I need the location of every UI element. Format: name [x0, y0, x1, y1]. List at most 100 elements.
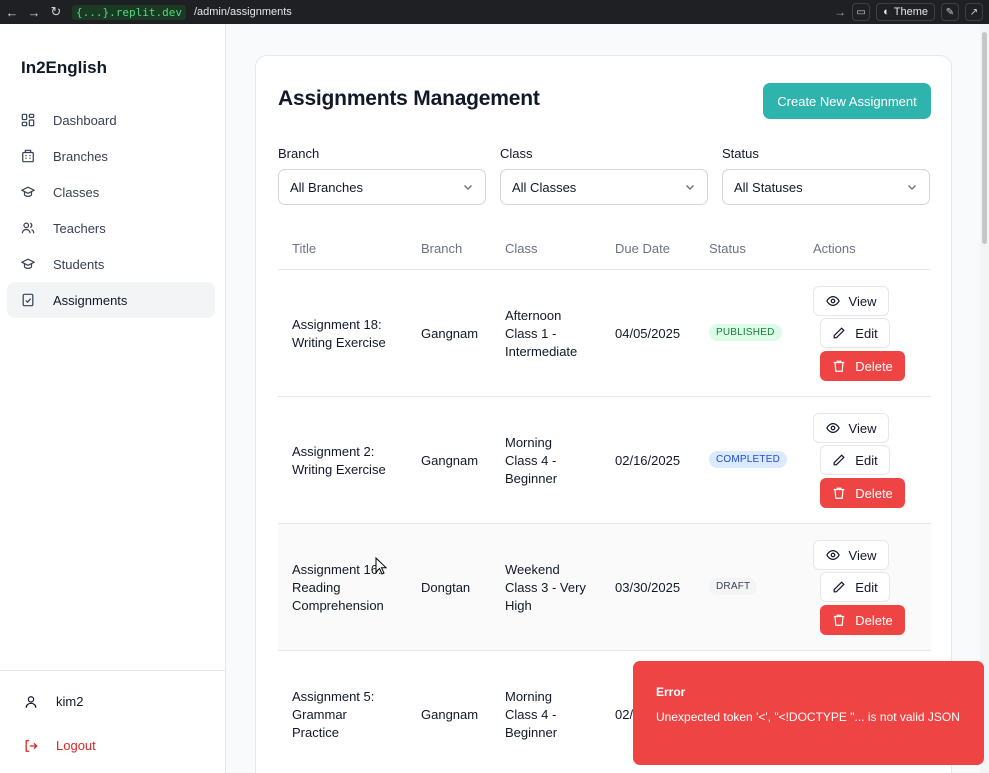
status-select[interactable]: All Statuses — [722, 169, 930, 205]
sidebar-item-branches[interactable]: Branches — [7, 138, 215, 174]
url-path[interactable]: /admin/assignments — [194, 6, 292, 18]
user-profile[interactable]: kim2 — [24, 694, 83, 709]
eye-icon — [825, 550, 840, 560]
due-date-cell: 04/05/2025 — [615, 326, 681, 341]
palette-icon: ◐ — [883, 6, 890, 18]
status-badge: DRAFT — [709, 578, 758, 595]
sidebar-nav: Dashboard Branches Classes Teachers Stud… — [7, 102, 215, 318]
column-status: Status — [709, 241, 746, 256]
building-icon — [22, 149, 34, 163]
branch-cell: Gangnam — [421, 326, 479, 341]
table-row: Assignment 2: Writing Exercise Gangnam Mo… — [278, 397, 931, 524]
select-value: All Branches — [290, 179, 363, 195]
class-filter: Class All Classes — [500, 146, 708, 205]
due-date-cell: 03/30/2025 — [615, 580, 681, 595]
trash-icon — [833, 360, 845, 372]
due-date-cell: 02/16/2025 — [615, 453, 681, 468]
sidebar-item-teachers[interactable]: Teachers — [7, 210, 215, 246]
column-actions: Actions — [813, 241, 856, 256]
sidebar-footer: kim2 Logout — [0, 670, 225, 753]
reload-icon[interactable]: ↻ — [46, 2, 66, 22]
view-button[interactable]: View — [813, 286, 889, 316]
assignment-title[interactable]: Assignment 16: Reading Comprehension — [292, 561, 384, 615]
class-select[interactable]: All Classes — [500, 169, 708, 205]
sidebar-item-label: Students — [53, 256, 105, 272]
view-button[interactable]: View — [813, 540, 889, 570]
chevron-down-icon — [686, 185, 694, 190]
page-scrollbar[interactable] — [980, 24, 989, 773]
view-button[interactable]: View — [813, 413, 889, 443]
sidebar-item-label: Dashboard — [53, 112, 117, 128]
back-arrow-icon[interactable]: ← — [2, 2, 22, 22]
edit-button[interactable]: Edit — [820, 318, 890, 348]
table-header: Title Branch Class Due Date Status Actio… — [278, 227, 931, 270]
eye-icon — [825, 296, 840, 306]
pencil-icon — [833, 454, 845, 466]
theme-label: Theme — [893, 6, 928, 18]
forward-arrow-icon[interactable]: → — [24, 2, 44, 22]
url-domain[interactable]: {...}.replit.dev — [72, 4, 186, 20]
graduation-cap-icon — [21, 186, 35, 197]
sidebar-item-classes[interactable]: Classes — [7, 174, 215, 210]
chevron-down-icon — [464, 185, 472, 190]
mouse-cursor-icon — [375, 557, 387, 575]
column-class: Class — [505, 241, 538, 256]
status-badge: PUBLISHED — [709, 324, 782, 341]
sidebar-item-label: Assignments — [53, 292, 128, 308]
filter-label: Status — [722, 146, 759, 161]
select-value: All Classes — [512, 179, 577, 195]
filter-label: Class — [500, 146, 533, 161]
sidebar-item-students[interactable]: Students — [7, 246, 215, 282]
branch-cell: Gangnam — [421, 453, 479, 468]
sidebar-item-label: Classes — [53, 184, 100, 200]
table-row: Assignment 18: Writing Exercise Gangnam A… — [278, 270, 931, 397]
class-cell: Weekend Class 3 - Very High — [505, 562, 586, 613]
branch-filter: Branch All Branches — [278, 146, 486, 205]
logout-button[interactable]: Logout — [24, 738, 96, 753]
eye-icon — [825, 423, 840, 433]
external-link-icon[interactable]: ↗ — [965, 3, 983, 21]
sidebar-item-assignments[interactable]: Assignments — [7, 282, 215, 318]
sidebar-item-label: Branches — [53, 148, 108, 164]
clipboard-check-icon — [22, 293, 34, 307]
filter-label: Branch — [278, 146, 320, 161]
trash-icon — [833, 487, 845, 499]
due-date-cell: 02/ — [615, 707, 634, 722]
sidebar-item-dashboard[interactable]: Dashboard — [7, 102, 215, 138]
edit-button[interactable]: Edit — [820, 572, 890, 602]
user-icon — [25, 695, 37, 708]
branch-select[interactable]: All Branches — [278, 169, 486, 205]
graduation-cap-icon — [21, 258, 35, 269]
class-cell: Morning Class 4 - Beginner — [505, 435, 558, 486]
user-name: kim2 — [56, 694, 84, 709]
assignment-title[interactable]: Assignment 18: Writing Exercise — [292, 316, 386, 352]
select-value: All Statuses — [734, 179, 803, 195]
error-toast[interactable]: Error Unexpected token '<', "<!DOCTYPE "… — [633, 661, 984, 765]
pencil-icon — [833, 327, 845, 339]
scrollbar-thumb[interactable] — [982, 32, 987, 244]
delete-button[interactable]: Delete — [820, 351, 905, 381]
delete-button[interactable]: Delete — [820, 478, 905, 508]
status-badge: COMPLETED — [709, 451, 788, 468]
delete-button[interactable]: Delete — [820, 605, 905, 635]
assignment-title[interactable]: Assignment 2: Writing Exercise — [292, 443, 386, 479]
edit-button[interactable]: Edit — [820, 445, 890, 475]
class-cell: Afternoon Class 1 - Intermediate — [505, 308, 578, 359]
monitor-icon[interactable]: ▭ — [852, 3, 871, 21]
toast-title: Error — [656, 685, 686, 699]
theme-button[interactable]: ◐ Theme — [876, 3, 935, 21]
pencil-icon — [833, 581, 845, 593]
browser-toolbar: ← → ↻ {...}.replit.dev /admin/assignment… — [0, 0, 989, 24]
logout-icon — [25, 739, 38, 752]
page-title: Assignments Management — [278, 87, 540, 110]
table-row: Assignment 16: Reading Comprehension Dongt… — [278, 524, 931, 651]
logout-label: Logout — [56, 738, 96, 753]
toast-message: Unexpected token '<', "<!DOCTYPE "... is… — [656, 710, 960, 724]
brand-logo[interactable]: In2English — [21, 58, 107, 78]
create-assignment-button[interactable]: Create New Assignment — [763, 83, 931, 119]
sidebar-item-label: Teachers — [53, 220, 106, 236]
wrench-icon[interactable]: ✎ — [941, 3, 959, 21]
go-arrow-icon[interactable]: → — [834, 5, 846, 19]
assignment-title[interactable]: Assignment 5: Grammar Practice — [292, 688, 374, 742]
class-cell: Morning Class 4 - Beginner — [505, 689, 558, 740]
